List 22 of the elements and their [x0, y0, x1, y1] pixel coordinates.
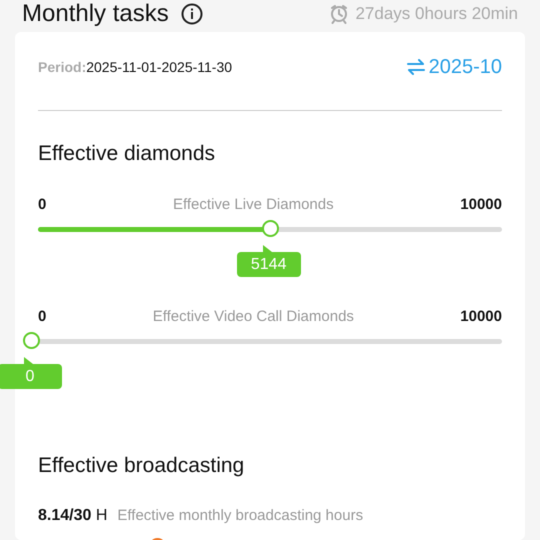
max-value: 10000	[460, 308, 502, 324]
section-title: Effective broadcasting	[38, 453, 246, 479]
slider-label: Effective Video Call Diamonds	[152, 308, 354, 324]
value-tooltip: 0	[0, 357, 62, 389]
value-tooltip: 5144	[236, 245, 301, 277]
section-title: Effective diamonds	[38, 141, 216, 167]
slider-thumb[interactable]	[23, 332, 40, 349]
month-switch-button[interactable]: 2025-10	[406, 56, 502, 78]
period-value: 2025-11-01-2025-11-30	[86, 59, 232, 75]
period-label: Period:	[38, 59, 86, 75]
swap-icon	[406, 59, 425, 75]
hours-value: 8.14/30 H	[38, 507, 108, 525]
info-icon[interactable]	[180, 3, 203, 25]
slider-thumb[interactable]	[262, 220, 279, 237]
countdown-text: 27days 0hours 20min	[355, 4, 518, 24]
min-value: 0	[38, 196, 46, 212]
alarm-clock-icon	[329, 4, 350, 24]
max-value: 10000	[460, 196, 502, 212]
page-title: Monthly tasks	[22, 0, 169, 28]
slider-label: Effective Live Diamonds	[172, 196, 334, 212]
hours-label: Effective monthly broadcasting hours	[117, 507, 364, 524]
min-value: 0	[38, 308, 46, 324]
